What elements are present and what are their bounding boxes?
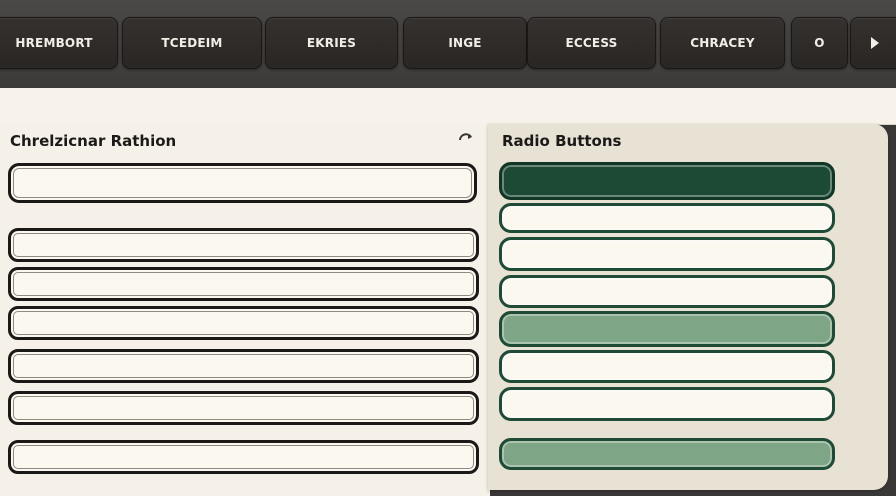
radio-panel-title: Radio Buttons xyxy=(502,132,622,150)
header-band xyxy=(0,88,896,125)
checkbox-field-2[interactable] xyxy=(8,228,479,262)
radio-option-5[interactable] xyxy=(499,311,835,347)
radio-option-1[interactable] xyxy=(499,162,835,200)
radio-option-3[interactable] xyxy=(499,237,835,271)
checkbox-field-5[interactable] xyxy=(8,349,479,383)
tab-eccess[interactable]: ECCESS xyxy=(527,17,656,69)
checkbox-panel-title: Chrelzicnar Rathion xyxy=(10,132,177,150)
more-tabs-button[interactable] xyxy=(850,17,896,69)
checkbox-field-6[interactable] xyxy=(8,391,479,425)
radio-option-8[interactable] xyxy=(499,438,835,470)
radio-option-2[interactable] xyxy=(499,203,835,233)
tab-tcedeim[interactable]: TCEDEIM xyxy=(122,17,262,69)
tab-inge[interactable]: INGE xyxy=(403,17,527,69)
refresh-icon[interactable] xyxy=(456,131,476,149)
radio-option-7[interactable] xyxy=(499,387,835,421)
tab-o[interactable]: O xyxy=(791,17,848,69)
checkbox-field-1[interactable] xyxy=(8,163,477,203)
checkbox-field-3[interactable] xyxy=(8,267,479,301)
tab-chracey[interactable]: CHRACEY xyxy=(660,17,785,69)
radio-option-4[interactable] xyxy=(499,275,835,308)
radio-option-6[interactable] xyxy=(499,350,835,383)
tab-hrembort[interactable]: HREMBORT xyxy=(0,17,118,69)
checkbox-field-7[interactable] xyxy=(8,440,479,474)
tab-ekries[interactable]: EKRIES xyxy=(265,17,398,69)
top-toolbar: HREMBORT TCEDEIM EKRIES INGE ECCESS CHRA… xyxy=(0,0,896,88)
checkbox-field-4[interactable] xyxy=(8,306,479,340)
chevron-right-icon xyxy=(871,37,879,49)
refresh-icon-graphic xyxy=(459,133,472,141)
